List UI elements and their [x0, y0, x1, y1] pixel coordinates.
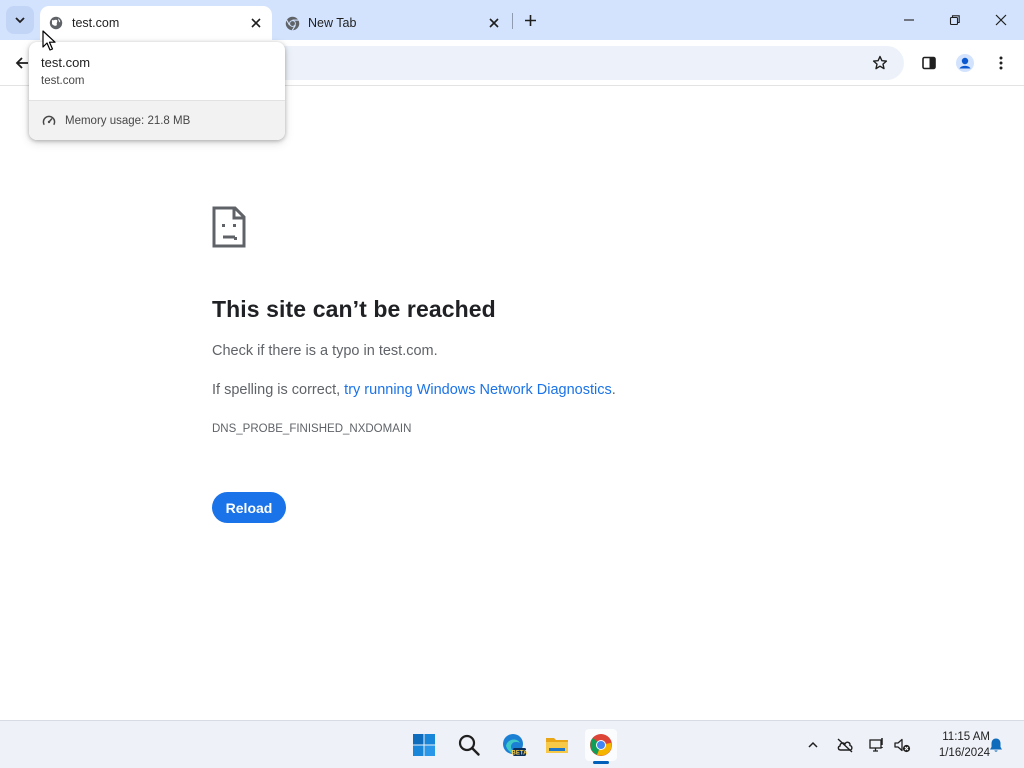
chevron-down-icon — [15, 17, 25, 24]
chrome-taskbar-button[interactable] — [585, 729, 617, 761]
screen: test.com New Tab This site can’t be reac… — [0, 0, 1024, 768]
hover-card-footer: Memory usage: 21.8 MB — [29, 100, 285, 140]
svg-text:BETA: BETA — [512, 750, 527, 756]
taskbar: BETA 11:15 AM 1/16/2024 — [0, 720, 1024, 768]
speaker-muted-icon — [894, 738, 911, 753]
error-typo-hint: Check if there is a typo in test.com. — [212, 343, 438, 359]
tab-close-button[interactable] — [484, 13, 504, 33]
edge-beta-button[interactable]: BETA — [498, 729, 530, 761]
clock-date: 1/16/2024 — [938, 747, 990, 759]
globe-icon — [48, 15, 64, 31]
mouse-cursor-icon — [42, 30, 56, 51]
reload-button[interactable]: Reload — [212, 492, 286, 523]
tab-title: test.com — [72, 16, 120, 30]
avatar-icon — [956, 54, 974, 72]
notifications-button[interactable] — [986, 735, 1006, 755]
volume-tray-button[interactable] — [892, 735, 912, 755]
network-tray-button[interactable] — [867, 735, 887, 755]
minimize-icon — [904, 19, 914, 21]
diagnostics-suffix: . — [611, 382, 616, 398]
show-hidden-icons-button[interactable] — [803, 735, 823, 755]
search-icon — [458, 734, 480, 756]
profile-button[interactable] — [949, 47, 981, 79]
sad-document-icon — [212, 206, 246, 248]
onedrive-tray-button[interactable] — [835, 735, 855, 755]
close-icon — [251, 18, 261, 28]
chrome-icon — [590, 734, 612, 756]
start-button[interactable] — [408, 729, 440, 761]
tab-test-com[interactable]: test.com — [40, 6, 272, 40]
plus-icon — [524, 14, 536, 26]
tab-search-button[interactable] — [6, 6, 34, 34]
chevron-up-icon — [808, 741, 818, 748]
close-icon — [995, 14, 1007, 26]
tab-new-tab[interactable]: New Tab — [276, 6, 510, 40]
file-explorer-icon — [546, 738, 568, 753]
memory-usage: Memory usage: 21.8 MB — [65, 114, 191, 127]
minimize-button[interactable] — [886, 0, 932, 40]
network-diagnostics-link[interactable]: try running Windows Network Diagnostics — [344, 382, 612, 398]
close-icon — [489, 18, 499, 28]
gauge-icon — [41, 113, 57, 129]
bell-icon — [990, 738, 1002, 752]
star-icon — [872, 55, 888, 70]
hover-card-domain: test.com — [41, 75, 85, 87]
network-disconnected-icon — [869, 738, 883, 752]
arrow-left-icon — [15, 57, 28, 69]
error-heading: This site can’t be reached — [212, 296, 496, 322]
file-explorer-button[interactable] — [541, 729, 573, 761]
clock-time: 11:15 AM — [942, 731, 990, 743]
tab-hover-card: test.com test.com Memory usage: 21.8 MB — [29, 42, 285, 140]
error-diagnostics-hint: If spelling is correct, try running Wind… — [212, 382, 616, 398]
tab-separator — [512, 13, 513, 29]
taskbar-search-button[interactable] — [453, 729, 485, 761]
windows-start-icon — [413, 734, 435, 756]
bookmark-button[interactable] — [864, 47, 896, 79]
more-vert-icon — [999, 56, 1003, 70]
window-close-button[interactable] — [978, 0, 1024, 40]
edge-beta-icon: BETA — [503, 734, 527, 756]
error-code: DNS_PROBE_FINISHED_NXDOMAIN — [212, 423, 412, 435]
tab-close-button[interactable] — [246, 13, 266, 33]
restore-button[interactable] — [932, 0, 978, 40]
tab-strip: test.com New Tab — [0, 0, 1024, 40]
diagnostics-prefix: If spelling is correct, — [212, 382, 345, 398]
chrome-icon — [284, 15, 300, 31]
new-tab-button[interactable] — [518, 8, 542, 32]
side-panel-icon — [922, 56, 936, 70]
menu-button[interactable] — [985, 47, 1017, 79]
cloud-offline-icon — [837, 738, 853, 753]
restore-icon — [949, 15, 960, 26]
system-clock[interactable]: 11:15 AM 1/16/2024 — [916, 729, 990, 761]
side-panel-button[interactable] — [913, 47, 945, 79]
tab-title: New Tab — [308, 16, 357, 30]
hover-card-title: test.com — [41, 55, 91, 70]
active-app-indicator — [593, 761, 609, 764]
